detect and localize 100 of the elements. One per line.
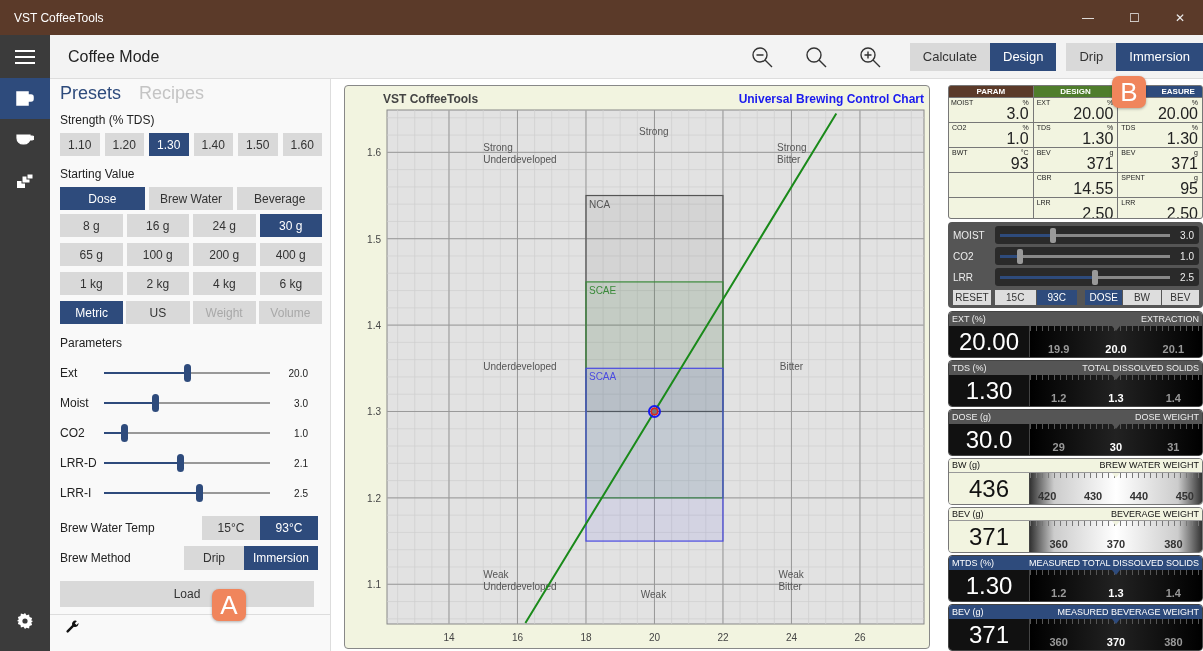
region-label: Strong Bitter [777,141,807,165]
cell-value: 2.50 [1082,206,1114,219]
scale-label: 20.0 [1105,343,1127,356]
slider-label: CO2 [953,250,975,262]
scale-label: 1.2 [1051,587,1067,600]
cell-value: 20.00 [1157,106,1198,122]
amount-option[interactable]: 2 kg [126,272,189,295]
scale-label: 31 [1167,440,1180,453]
amount-option[interactable]: 30 g [259,214,322,237]
data-point [647,405,661,418]
nav-item[interactable] [0,78,50,119]
gauge-value: 371 [967,522,1010,553]
temp-toggle[interactable]: 93C [1036,290,1077,306]
scale-label: 380 [1164,538,1183,551]
scale-label: 1.4 [1165,587,1181,600]
gauge-value: 436 [967,473,1010,504]
gauge-value: 371 [967,620,1010,650]
section-label: Starting Value [60,167,136,181]
temp-toggle[interactable]: 15C [995,290,1036,306]
gauge-label: EXT (%) [952,314,986,325]
basis-toggle[interactable]: BEV [1161,290,1199,306]
tick-label: 14 [443,632,455,643]
basis-toggle[interactable]: BW [1123,290,1161,306]
section-label: Strength (% TDS) [60,113,156,127]
temp-option[interactable]: 93°C [260,516,318,540]
reset-button[interactable]: RESET [953,290,991,306]
scale-label: 430 [1083,489,1103,502]
amount-option[interactable]: 6 kg [259,272,322,295]
strength-option[interactable]: 1.20 [104,133,144,156]
scale-label: 450 [1175,489,1194,502]
gauge-title: MEASURED BEVERAGE WEIGHT [1057,607,1199,618]
basis-toggle[interactable]: DOSE [1085,290,1123,306]
unit-option[interactable]: US [126,301,190,324]
strength-option[interactable]: 1.10 [60,133,100,156]
slider-thumb[interactable] [184,364,191,382]
panel-tab[interactable]: Presets [60,83,122,104]
slider-thumb[interactable] [177,454,185,472]
tick-label: 1.2 [367,492,381,504]
gauge-title: MEASURED TOTAL DISSOLVED SOLIDS [1028,558,1199,569]
cell-value: 371 [1086,156,1114,172]
basis-option[interactable]: Dose [60,187,145,210]
slider-thumb[interactable] [1092,269,1099,285]
basis-option[interactable]: Beverage [237,187,322,210]
slider-thumb[interactable] [1017,248,1024,264]
slider-value: 20.0 [287,367,309,379]
region-label: Weak [640,589,667,601]
region-label: Underdeveloped [483,361,557,372]
section-label: Parameters [60,336,124,350]
amount-option[interactable]: 400 g [259,243,322,266]
strength-option[interactable]: 1.30 [149,133,189,156]
amount-option[interactable]: 8 g [60,214,123,237]
scale-label: 360 [1049,636,1068,648]
amount-option[interactable]: 16 g [126,214,189,237]
temp-option[interactable]: 15°C [202,516,260,540]
scale-label: 370 [1106,538,1126,551]
mode-toggle[interactable]: Design [990,42,1057,71]
region-label: Bitter [779,361,804,372]
region-label: Weak Bitter [778,569,804,593]
window-control[interactable]: ☐ [1111,0,1157,35]
basis-option[interactable]: Brew Water [148,187,234,210]
slider-thumb[interactable] [120,424,128,442]
gauge-label: DOSE (g) [952,411,991,422]
slider-value: 3.0 [1180,229,1194,241]
wrench-icon[interactable] [66,620,80,634]
tick-label: 1.6 [367,147,381,159]
amount-option[interactable]: 100 g [126,243,189,266]
slider-label: Moist [60,396,90,410]
amount-option[interactable]: 1 kg [60,272,123,295]
amount-option[interactable]: 200 g [193,243,256,266]
method-option[interactable]: Immersion [244,546,318,570]
strength-option[interactable]: 1.60 [282,133,322,156]
scale-label: 1.3 [1108,587,1124,600]
amount-option[interactable]: 65 g [60,243,123,266]
cell-value: 3.0 [1006,106,1029,122]
strength-option[interactable]: 1.40 [193,133,233,156]
amount-option[interactable]: 24 g [193,214,256,237]
strength-option[interactable]: 1.50 [238,133,278,156]
scale-label: 440 [1129,489,1149,502]
method-option[interactable]: Drip [184,546,244,570]
amount-option[interactable]: 4 kg [193,272,256,295]
slider-value: 1.0 [293,427,309,439]
mode-toggle[interactable]: Calculate [909,42,990,71]
gauge-label: TDS (%) [952,363,987,374]
scale-label: 1.2 [1051,392,1067,405]
region-label: Strong Underdeveloped [483,141,557,165]
gauge-title: BEVERAGE WEIGHT [1111,509,1199,519]
tick-label: 1.5 [367,233,381,245]
unit-option[interactable]: Metric [60,301,124,324]
cell-value: 1.30 [1166,131,1198,147]
window-control[interactable]: ✕ [1157,0,1203,35]
method-toggle[interactable]: Drip [1066,42,1117,71]
slider-thumb[interactable] [195,484,203,502]
method-toggle[interactable]: Immersion [1116,42,1203,71]
slider-thumb[interactable] [152,394,160,412]
slider-label: LRR-I [60,486,93,500]
slider-thumb[interactable] [1049,227,1056,243]
window-control[interactable]: — [1065,0,1111,35]
scale-label: 420 [1038,489,1057,502]
zoom-in-icon [858,45,881,68]
gauge-value: 1.30 [964,376,1014,407]
